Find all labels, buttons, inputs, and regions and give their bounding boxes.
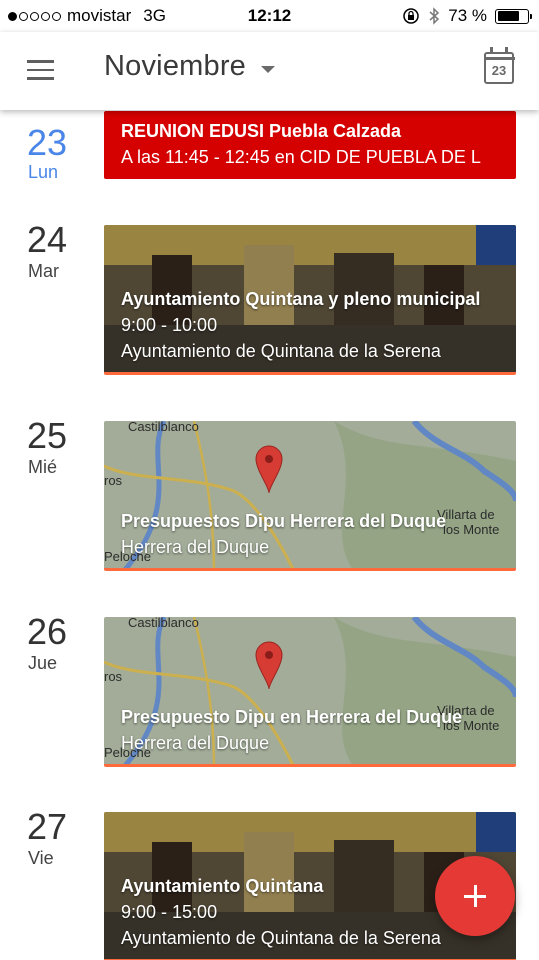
event-title: REUNION EDUSI Puebla Calzada <box>121 121 402 141</box>
add-event-button[interactable] <box>435 856 515 936</box>
event-title: Presupuestos Dipu Herrera del Duque <box>121 511 447 531</box>
day-weekday: Mar <box>28 261 59 281</box>
event-card-ayuntamiento-pleno[interactable]: Ayuntamiento Quintana y pleno municipal … <box>104 225 516 375</box>
day-number: 24 <box>27 219 68 260</box>
event-title: Presupuesto Dipu en Herrera del Duque <box>121 707 463 727</box>
status-bar: movistar 3G 12:12 73 % <box>0 0 539 32</box>
day-number: 26 <box>27 611 68 652</box>
calendar-today-day: 23 <box>491 63 507 78</box>
day-number: 27 <box>27 806 68 847</box>
event-title: Ayuntamiento Quintana <box>121 876 324 896</box>
app-bar: Noviembre 23 <box>0 32 539 110</box>
event-time: 9:00 - 15:00 <box>121 902 218 922</box>
battery-percent: 73 % <box>448 6 487 25</box>
event-location: Ayuntamiento de Quintana de la Serena <box>121 341 441 361</box>
day-weekday: Lun <box>28 162 59 182</box>
calendar-screen: movistar 3G 12:12 73 % Noviembre 23 23 L… <box>0 0 539 960</box>
rotation-lock-icon <box>403 8 419 24</box>
day-weekday: Mié <box>28 457 58 477</box>
bluetooth-icon <box>429 7 440 25</box>
event-subtitle: A las 11:45 - 12:45 en CID DE PUEBLA DE … <box>121 147 481 167</box>
day-weekday: Jue <box>28 653 58 673</box>
battery-icon <box>495 8 532 24</box>
calendar-today-icon[interactable]: 23 <box>483 47 515 84</box>
caret-down-icon[interactable] <box>261 66 275 73</box>
event-card-presupuesto-dipu-herrera[interactable]: Castilblanco ros Villarta de los Monte P… <box>104 617 516 767</box>
day-number: 23 <box>27 122 68 163</box>
event-card-presupuestos-dipu[interactable]: Castilblanco ros Villarta de los Monte P… <box>104 421 516 571</box>
event-location: Herrera del Duque <box>121 733 270 753</box>
day-number: 25 <box>27 415 68 456</box>
hamburger-menu-icon[interactable] <box>27 60 54 80</box>
event-location: Ayuntamiento de Quintana de la Serena <box>121 928 441 948</box>
month-title[interactable]: Noviembre <box>104 50 246 83</box>
event-time: 9:00 - 10:00 <box>121 315 218 335</box>
event-title: Ayuntamiento Quintana y pleno municipal <box>121 289 481 309</box>
event-location: Herrera del Duque <box>121 537 270 557</box>
day-weekday: Vie <box>28 848 54 868</box>
event-card-reunion-edusi[interactable]: REUNION EDUSI Puebla Calzada A las 11:45… <box>104 111 516 179</box>
